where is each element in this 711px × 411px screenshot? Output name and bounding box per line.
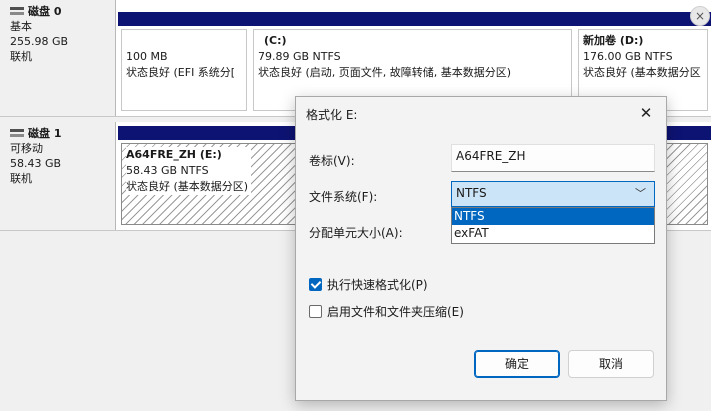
partition-status: 状态良好 (EFI 系统分[ [126,66,236,79]
volume-label-label: 卷标(V): [309,154,355,168]
partition-status: 状态良好 (基本数据分区) [126,180,249,193]
filesystem-option-ntfs[interactable]: NTFS [452,208,654,225]
partition-status: 状态良好 (启动, 页面文件, 故障转储, 基本数据分区) [258,66,512,79]
disk-state: 联机 [10,172,32,185]
volume-label-input[interactable]: A64FRE_ZH [451,144,655,172]
compression-checkbox[interactable] [309,305,322,318]
quick-format-label: 执行快速格式化(P) [327,278,428,292]
disk-name: 磁盘 0 [28,5,62,18]
partition-size: 79.89 GB NTFS [258,50,341,63]
cancel-button[interactable]: 取消 [568,350,654,378]
partition-bar [250,12,575,26]
disk-type: 基本 [10,20,32,33]
disk-name: 磁盘 1 [28,127,62,140]
ok-button[interactable]: 确定 [474,350,560,378]
disk-0-label[interactable]: 磁盘 0 基本 255.98 GB 联机 [0,0,116,116]
quick-format-checkbox[interactable] [309,278,322,291]
partition-title: (C:) [264,34,287,47]
partition-efi[interactable]: 100 MB 状态良好 (EFI 系统分[ [118,12,250,114]
disk-size: 255.98 GB [10,35,69,48]
filesystem-value: NTFS [456,186,487,200]
close-icon[interactable]: ✕ [632,101,660,125]
partition-bar [118,12,250,26]
quick-format-option[interactable]: 执行快速格式化(P) [309,276,428,293]
filesystem-select[interactable]: NTFS ﹀ [451,181,655,207]
disk-size: 58.43 GB [10,157,62,170]
disk-1-label[interactable]: 磁盘 1 可移动 58.43 GB 联机 [0,122,116,230]
partition-status: 状态良好 (基本数据分区 [583,66,701,79]
dialog-title: 格式化 E: [306,108,358,122]
disk-icon [10,7,24,16]
disk-icon [10,129,24,138]
filesystem-option-exfat[interactable]: exFAT [452,225,654,242]
disk-type: 可移动 [10,142,43,155]
partition-title: 新加卷 (D:) [583,34,644,47]
partition-size: 100 MB [126,50,168,63]
close-icon[interactable]: × [690,6,710,26]
partition-title: A64FRE_ZH (E:) [126,148,222,161]
compression-option[interactable]: 启用文件和文件夹压缩(E) [309,303,464,320]
chevron-down-icon: ﹀ [635,187,646,200]
partition-size: 176.00 GB NTFS [583,50,673,63]
format-dialog: 格式化 E: ✕ 卷标(V): A64FRE_ZH 文件系统(F): NTFS … [295,96,667,401]
filesystem-dropdown: NTFS exFAT [451,207,655,244]
allocation-size-label: 分配单元大小(A): [309,226,403,240]
disk-state: 联机 [10,50,32,63]
compression-label: 启用文件和文件夹压缩(E) [327,305,464,319]
partition-size: 58.43 GB NTFS [126,164,209,177]
filesystem-label: 文件系统(F): [309,190,378,204]
